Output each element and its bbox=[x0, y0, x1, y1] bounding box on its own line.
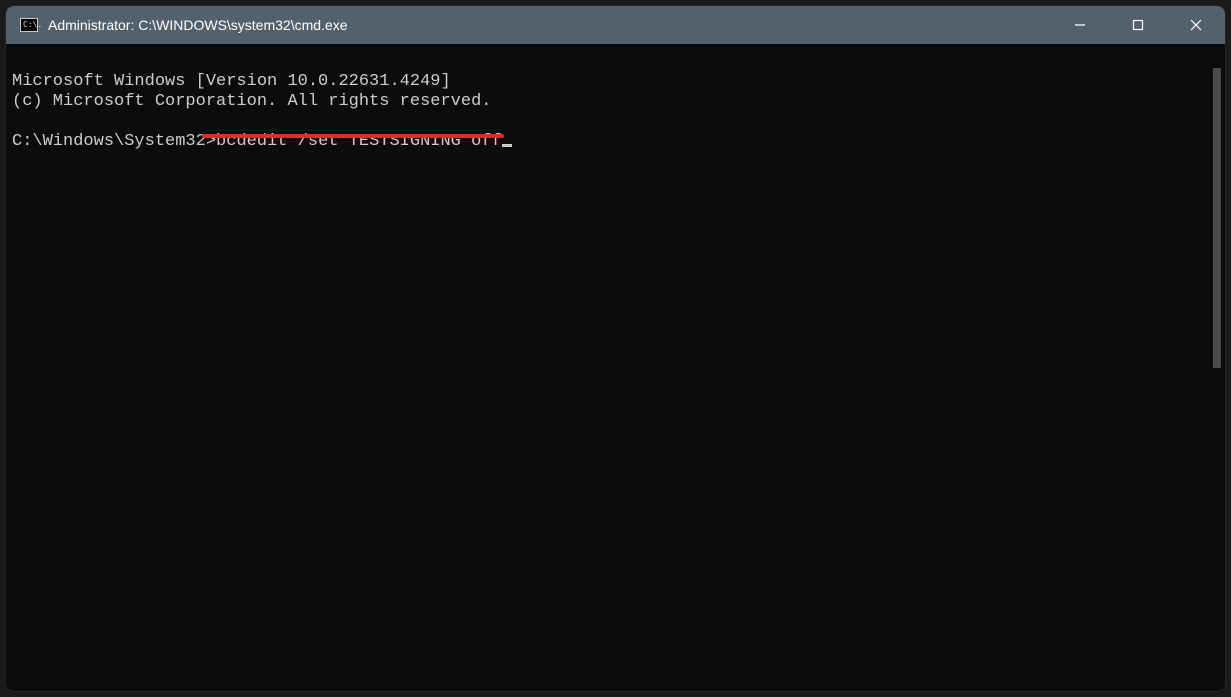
terminal-prompt: C:\Windows\System32> bbox=[12, 132, 216, 151]
scrollbar[interactable] bbox=[1209, 52, 1221, 683]
terminal-content: Microsoft Windows [Version 10.0.22631.42… bbox=[12, 52, 1201, 172]
cmd-window: C:\. Administrator: C:\WINDOWS\system32\… bbox=[6, 6, 1225, 691]
terminal-line-version: Microsoft Windows [Version 10.0.22631.42… bbox=[12, 72, 451, 91]
terminal-line-copyright: (c) Microsoft Corporation. All rights re… bbox=[12, 92, 491, 111]
cmd-icon-glyph: C:\. bbox=[23, 21, 42, 29]
terminal-cursor bbox=[502, 144, 512, 147]
terminal-area[interactable]: Microsoft Windows [Version 10.0.22631.42… bbox=[6, 44, 1225, 691]
minimize-icon bbox=[1074, 19, 1086, 31]
cmd-icon: C:\. bbox=[20, 18, 38, 32]
annotation-underline bbox=[202, 134, 504, 138]
window-title: Administrator: C:\WINDOWS\system32\cmd.e… bbox=[48, 17, 348, 33]
scrollbar-thumb[interactable] bbox=[1213, 68, 1221, 368]
minimize-button[interactable] bbox=[1051, 6, 1109, 44]
titlebar[interactable]: C:\. Administrator: C:\WINDOWS\system32\… bbox=[6, 6, 1225, 44]
maximize-icon bbox=[1132, 19, 1144, 31]
close-button[interactable] bbox=[1167, 6, 1225, 44]
close-icon bbox=[1190, 19, 1202, 31]
maximize-button[interactable] bbox=[1109, 6, 1167, 44]
